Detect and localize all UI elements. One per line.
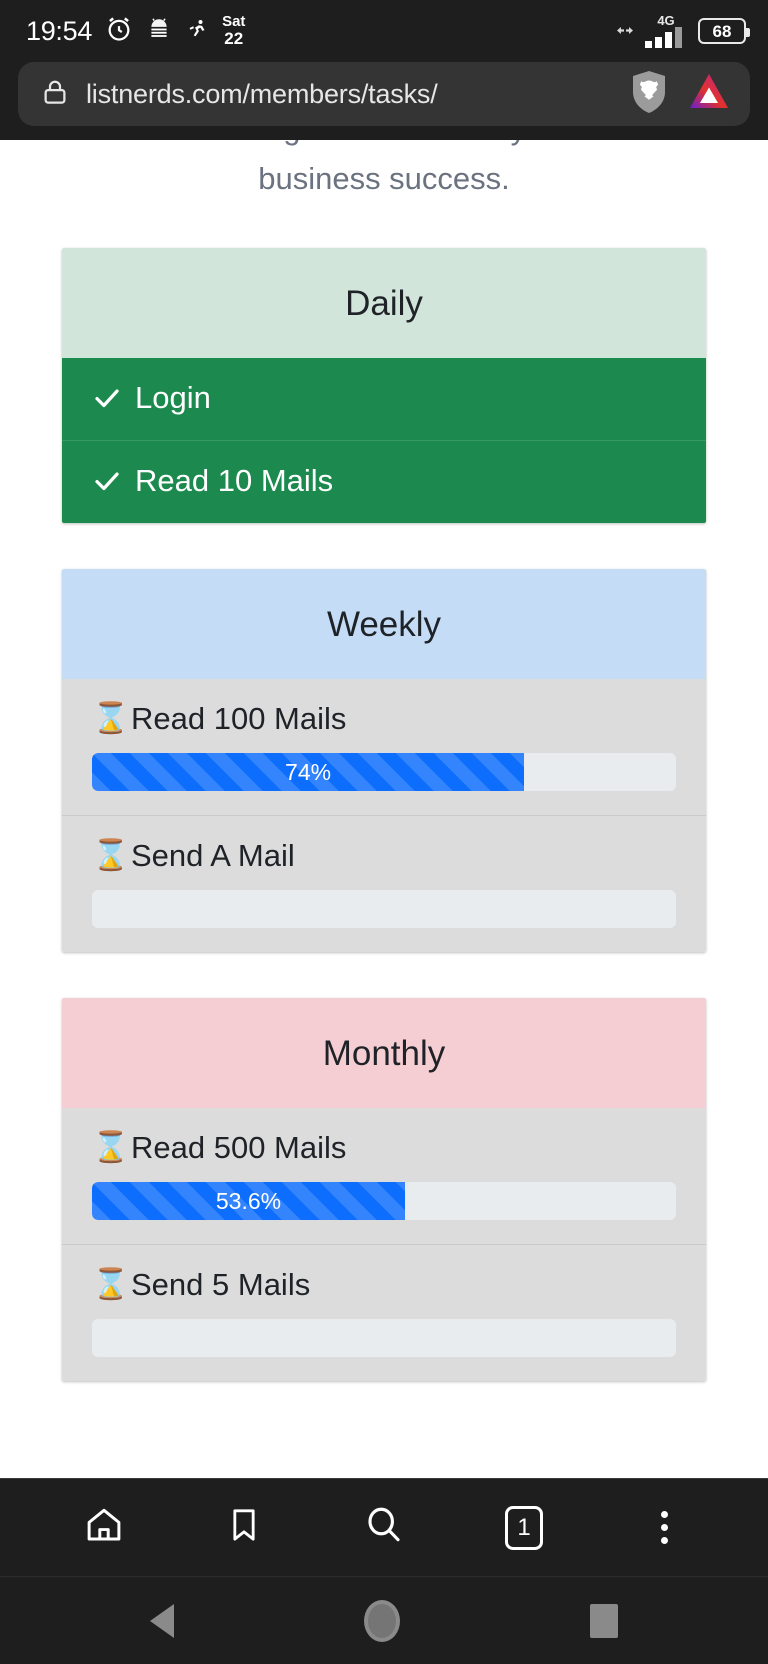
search-icon <box>363 1504 405 1551</box>
task-row-read-10-mails[interactable]: Read 10 Mails <box>62 440 706 523</box>
intro-line-1: earnings and increase your <box>60 140 708 154</box>
running-icon <box>185 17 209 46</box>
lock-icon <box>40 77 70 112</box>
task-label: Read 500 Mails <box>131 1130 347 1165</box>
task-label: Read 100 Mails <box>131 701 347 736</box>
battery-icon: 68 <box>698 18 750 44</box>
nav-back-icon[interactable] <box>150 1603 174 1638</box>
tab-switcher-button[interactable]: 1 <box>492 1496 556 1560</box>
intro-line-2: business success. <box>258 161 510 196</box>
progress-bar-track <box>92 1319 676 1357</box>
task-label: Read 10 Mails <box>135 463 334 498</box>
task-label: Login <box>135 380 211 415</box>
bookmark-icon <box>224 1505 264 1550</box>
progress-percent-label: 53.6% <box>215 1187 282 1214</box>
browser-url-bar-zone: listnerds.com/members/tasks/ <box>0 62 768 140</box>
card-title-weekly: Weekly <box>62 569 706 679</box>
progress-bar-fill: 74% <box>92 753 525 791</box>
intro-paragraph: earnings and increase your business succ… <box>0 140 768 204</box>
progress-bar-fill: 53.6% <box>92 1182 406 1220</box>
web-page-content: earnings and increase your business succ… <box>0 140 768 1478</box>
search-button[interactable] <box>352 1496 416 1560</box>
task-card-weekly: Weekly ⌛ Read 100 Mails 74% ⌛ Send A Mai… <box>62 569 706 952</box>
task-row-send-a-mail[interactable]: ⌛ Send A Mail <box>62 815 706 952</box>
task-row-send-5-mails[interactable]: ⌛ Send 5 Mails <box>62 1244 706 1381</box>
battery-percent-label: 68 <box>712 21 732 41</box>
alarm-icon <box>105 15 133 48</box>
brave-shields-icon[interactable] <box>628 69 670 120</box>
task-label-row: ⌛ Read 500 Mails <box>92 1130 676 1166</box>
menu-button[interactable] <box>632 1496 696 1560</box>
status-bar: 19:54 Sat 22 4G 68 <box>0 0 768 62</box>
progress-bar-track <box>92 890 676 928</box>
brave-rewards-triangle-icon[interactable] <box>686 69 732 120</box>
hourglass-icon: ⌛ <box>92 839 130 872</box>
task-label-row: ⌛ Read 100 Mails <box>92 701 676 737</box>
task-label-row: ⌛ Send 5 Mails <box>92 1267 676 1303</box>
overflow-menu-icon <box>660 1511 668 1544</box>
hourglass-icon: ⌛ <box>92 1131 130 1164</box>
card-body-weekly: ⌛ Read 100 Mails 74% ⌛ Send A Mail <box>62 679 706 952</box>
tab-count-badge: 1 <box>505 1505 543 1550</box>
status-bar-right: 4G 68 <box>616 14 750 49</box>
progress-bar-track: 53.6% <box>92 1182 676 1220</box>
card-title-monthly: Monthly <box>62 998 706 1108</box>
date-day-number: 22 <box>224 28 244 48</box>
date-weekday: Sat <box>222 13 246 31</box>
date-icon: Sat 22 <box>222 14 245 48</box>
url-text: listnerds.com/members/tasks/ <box>86 78 438 109</box>
task-row-login[interactable]: Login <box>62 358 706 440</box>
card-body-daily: Login Read 10 Mails <box>62 358 706 523</box>
card-body-monthly: ⌛ Read 500 Mails 53.6% ⌛ Send 5 Mails <box>62 1108 706 1381</box>
hourglass-icon: ⌛ <box>92 1268 130 1301</box>
url-bar[interactable]: listnerds.com/members/tasks/ <box>18 62 750 126</box>
task-label-row: Read 10 Mails <box>92 463 676 499</box>
bookmarks-button[interactable] <box>212 1496 276 1560</box>
task-card-daily: Daily Login Read 10 Mails <box>62 248 706 523</box>
check-icon <box>92 466 122 496</box>
phone-screen: 19:54 Sat 22 4G 68 listnerds.com/members… <box>0 0 768 1664</box>
task-row-read-100-mails[interactable]: ⌛ Read 100 Mails 74% <box>62 679 706 815</box>
home-icon <box>83 1504 125 1551</box>
hourglass-icon: ⌛ <box>92 702 130 735</box>
task-label-row: Login <box>92 380 676 416</box>
check-icon <box>92 383 122 413</box>
nav-home-icon[interactable] <box>364 1599 400 1642</box>
nav-recents-icon[interactable] <box>590 1603 618 1638</box>
task-label-row: ⌛ Send A Mail <box>92 838 676 874</box>
card-title-daily: Daily <box>62 248 706 358</box>
android-navigation-bar <box>0 1576 768 1664</box>
mobile-data-icon <box>616 19 634 44</box>
progress-percent-label: 74% <box>285 758 332 785</box>
task-label: Send 5 Mails <box>131 1267 311 1302</box>
status-bar-left: 19:54 Sat 22 <box>26 14 245 48</box>
task-card-monthly: Monthly ⌛ Read 500 Mails 53.6% ⌛ Send 5 … <box>62 998 706 1381</box>
browser-bottom-toolbar: 1 <box>0 1478 768 1576</box>
home-button[interactable] <box>72 1496 136 1560</box>
task-cards-list: Daily Login Read 10 Mails Weekly ⌛ Read … <box>0 248 768 1381</box>
signal-icon: 4G <box>644 14 688 49</box>
status-clock: 19:54 <box>26 15 93 46</box>
task-row-read-500-mails[interactable]: ⌛ Read 500 Mails 53.6% <box>62 1108 706 1244</box>
task-label: Send A Mail <box>131 838 295 873</box>
android-debug-icon <box>146 16 172 47</box>
progress-bar-track: 74% <box>92 753 676 791</box>
